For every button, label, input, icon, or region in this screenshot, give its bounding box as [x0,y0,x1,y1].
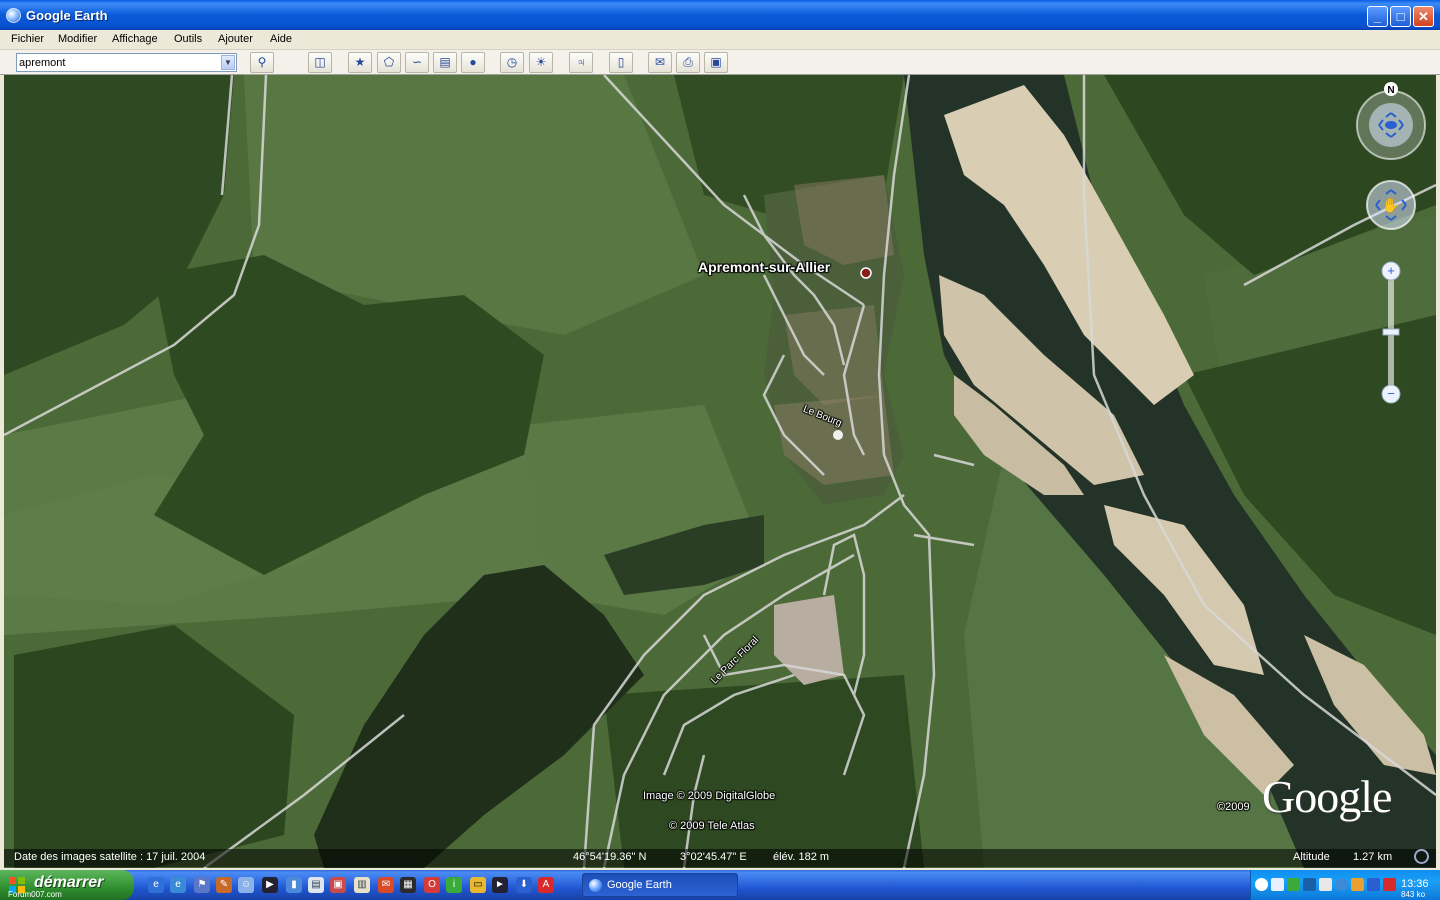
quicklaunch-media-icon[interactable]: ▶ [262,877,278,893]
place-label[interactable]: Apremont-sur-Allier [698,259,830,275]
altitude-value: 1.27 km [1353,851,1393,863]
zoom-slider[interactable]: + − [1381,261,1401,404]
tray-display-icon[interactable] [1271,878,1284,891]
quicklaunch-archive-icon[interactable]: ▭ [470,877,486,893]
latitude-readout: 46°54'19.36" N [573,851,647,863]
tray-network-icon[interactable] [1303,878,1316,891]
tray-update-icon[interactable] [1367,878,1380,891]
quicklaunch-messenger-icon[interactable]: ☺ [238,877,254,893]
zoom-thumb[interactable] [1382,328,1400,336]
tray-device-icon[interactable] [1319,878,1332,891]
title-bar[interactable]: Google Earth _ □ ✕ [0,0,1440,30]
google-earth-icon [589,879,602,892]
record-tour-icon[interactable]: ● [461,52,485,73]
email-icon[interactable]: ✉ [648,52,672,73]
search-icon[interactable]: ⚲ [250,52,274,73]
navigation-controls: N ✋ + − [1356,82,1426,404]
quicklaunch-info-icon[interactable]: i [446,877,462,893]
sidebar-icon[interactable]: ◫ [308,52,332,73]
toolbar: ▼ ⚲ ◫ ★ ⬠ ∽ ▤ ● ◷ ☀ ♃ ▯ ✉ ⎙ ▣ [0,50,1440,75]
historical-imagery-icon[interactable]: ◷ [500,52,524,73]
google-earth-window: Google Earth _ □ ✕ Fichier Modifier Affi… [0,0,1440,870]
start-button[interactable]: démarrer Forum007.com [0,870,134,900]
quicklaunch-mail-icon[interactable]: ✉ [378,877,394,893]
image-overlay-icon[interactable]: ▤ [433,52,457,73]
quicklaunch-grid-icon[interactable]: ▦ [400,877,416,893]
ruler-icon[interactable]: ▯ [609,52,633,73]
quicklaunch-player-icon[interactable]: ► [492,877,508,893]
tray-expand-icon[interactable] [1255,878,1268,891]
planets-icon[interactable]: ♃ [569,52,593,73]
taskbar-item-label: Google Earth [607,879,672,891]
google-logo: Google [1262,771,1392,822]
quicklaunch-browser-icon[interactable]: e [170,877,186,893]
taskbar-item-google-earth[interactable]: Google Earth [582,873,738,897]
sunlight-icon[interactable]: ☀ [529,52,553,73]
zoom-in-icon[interactable]: + [1387,263,1395,278]
imagery-date: Date des images satellite : 17 juil. 200… [14,851,206,863]
path-icon[interactable]: ∽ [405,52,429,73]
streaming-indicator-icon [1414,849,1429,864]
attribution-imagery: Image © 2009 DigitalGlobe [643,790,776,802]
move-joystick[interactable]: ✋ [1366,180,1416,230]
minimize-button[interactable]: _ [1367,6,1388,27]
zoom-out-icon[interactable]: − [1387,386,1395,401]
menu-affichage[interactable]: Affichage [112,33,158,45]
menu-bar: Fichier Modifier Affichage Outils Ajoute… [0,30,1440,50]
search-combobox[interactable]: ▼ [16,53,237,72]
print-icon[interactable]: ⎙ [676,52,700,73]
start-sub-label: Forum007.com [8,890,62,899]
system-tray: 13:36 843 ko [1250,870,1440,900]
menu-aide[interactable]: Aide [270,33,292,45]
longitude-readout: 3°02'45.47" E [680,851,747,863]
look-joystick[interactable] [1356,90,1426,160]
quicklaunch-acrobat-icon[interactable]: A [538,877,554,893]
clock[interactable]: 13:36 [1401,878,1429,890]
quicklaunch-ie-icon[interactable]: e [148,877,164,893]
tray-volume-icon[interactable] [1351,878,1364,891]
save-image-icon[interactable]: ▣ [704,52,728,73]
quicklaunch-doc-icon[interactable]: ▥ [354,877,370,893]
placemark-icon[interactable]: ★ [348,52,372,73]
clock-sub: 843 ko [1401,890,1426,899]
quicklaunch-pdf-icon[interactable]: ▣ [330,877,346,893]
menu-fichier[interactable]: Fichier [11,33,44,45]
quicklaunch-network-icon[interactable]: ⚑ [194,877,210,893]
compass-north-label: N [1387,85,1394,96]
close-button[interactable]: ✕ [1413,6,1434,27]
hand-icon: ✋ [1382,197,1399,213]
menu-modifier[interactable]: Modifier [58,33,97,45]
tray-security-icon[interactable] [1287,878,1300,891]
quicklaunch-paint-icon[interactable]: ✎ [216,877,232,893]
tray-messenger-icon[interactable] [1335,878,1348,891]
google-earth-icon [6,8,21,23]
elevation-readout: élév. 182 m [773,851,830,863]
polygon-icon[interactable]: ⬠ [377,52,401,73]
quicklaunch-opera-icon[interactable]: O [424,877,440,893]
chevron-down-icon[interactable]: ▼ [221,55,235,70]
menu-outils[interactable]: Outils [174,33,202,45]
quicklaunch-folder-icon[interactable]: ▤ [308,877,324,893]
map-view[interactable]: Apremont-sur-Allier Le Bourg Le Parc Flo… [4,75,1436,868]
tray-alert-icon[interactable] [1383,878,1396,891]
quicklaunch-download-icon[interactable]: ⬇ [516,877,532,893]
attribution-tele-atlas: © 2009 Tele Atlas [669,820,755,832]
menu-ajouter[interactable]: Ajouter [218,33,253,45]
taskbar: démarrer Forum007.com e e ⚑ ✎ ☺ ▶ ▮ ▤ ▣ … [0,870,1440,900]
altitude-label: Altitude [1293,851,1330,863]
status-bar: Date des images satellite : 17 juil. 200… [4,849,1436,867]
logo-year: ©2009 [1217,801,1250,813]
search-input[interactable] [19,55,219,70]
satellite-imagery [4,75,1436,868]
maximize-button[interactable]: □ [1390,6,1411,27]
window-title: Google Earth [26,8,108,23]
quicklaunch-phone-icon[interactable]: ▮ [286,877,302,893]
